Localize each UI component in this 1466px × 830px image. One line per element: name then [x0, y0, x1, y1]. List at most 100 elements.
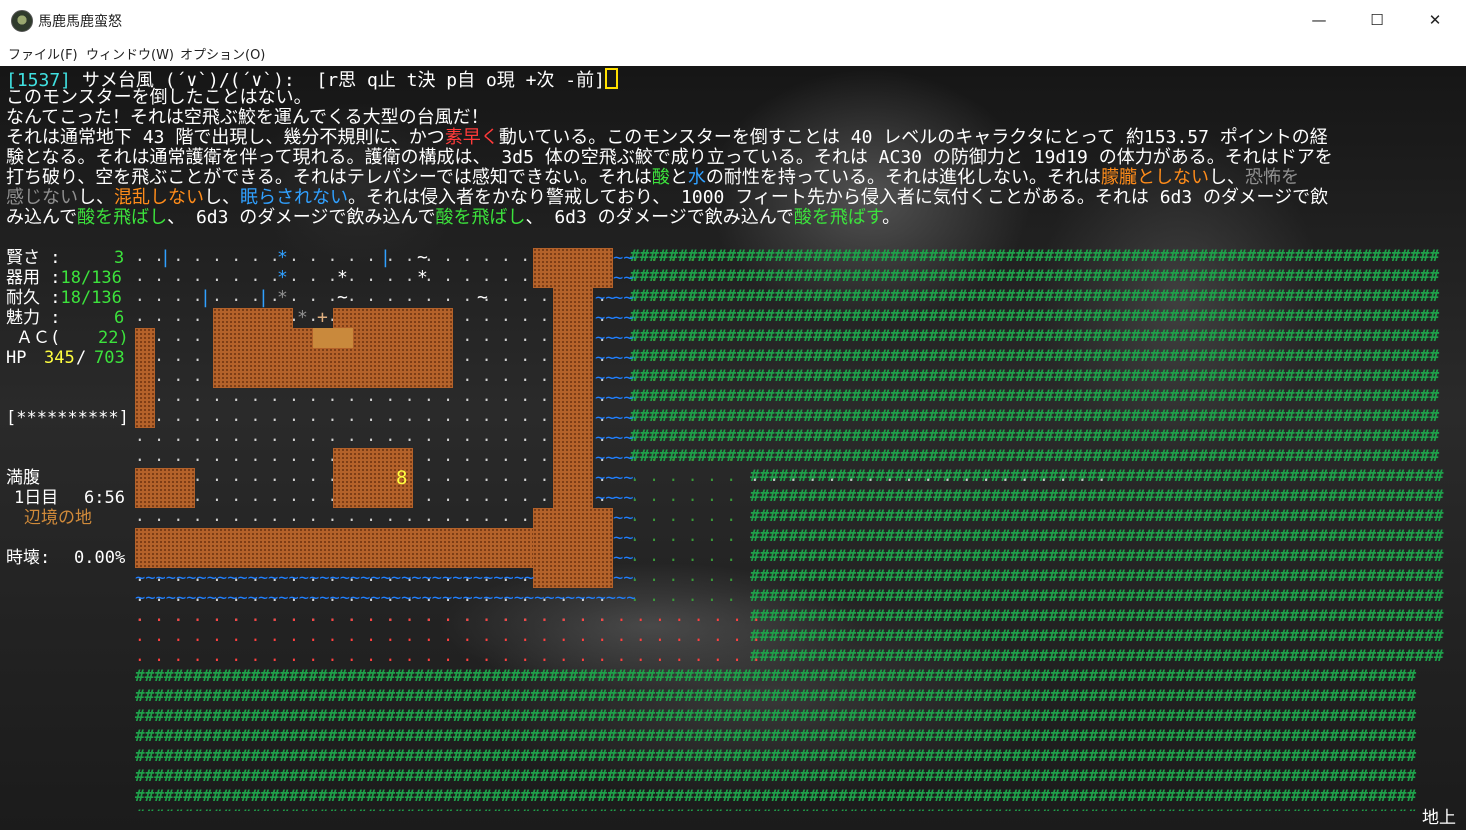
- time-decay-value: 0.00%: [74, 548, 126, 568]
- rubble-mark: *: [417, 267, 428, 288]
- player-character[interactable]: 8: [396, 468, 407, 488]
- recall-text: 動いている。このモンスターを倒すことは 40 レベルのキャラクタにとって 約15…: [498, 127, 1328, 148]
- rubble-mark: *: [277, 267, 288, 288]
- hp-separator: /: [76, 348, 87, 368]
- title-bar: 馬鹿馬鹿蛮怒 — ☐ ✕: [0, 0, 1466, 41]
- stat-label: 賢さ :: [6, 248, 61, 268]
- lava-dots: . . . . . . . . . . . . . . . . . . . . …: [135, 606, 762, 665]
- hill-mark: ~: [417, 247, 428, 268]
- stat-hp: HP 345/ 703: [6, 348, 125, 368]
- time-decay-label: 時壊:: [6, 548, 51, 568]
- time-decay: 時壊: 0.00%: [6, 548, 125, 568]
- stat-value: 3: [114, 248, 125, 268]
- water-row: ~~~~~~~~~~~~~~~~~~~~~~~~~~~~~~~~~~~~~~~~…: [135, 588, 635, 608]
- recall-line: 験となる。それは通常護衛を伴って現れる。護衛の構成は、 3d5 体の空飛ぶ鮫で成…: [6, 147, 1333, 168]
- recall-keyword-sleep: 眠らされない: [240, 187, 348, 208]
- app-icon: [11, 10, 33, 32]
- hp-current: 345: [44, 348, 75, 368]
- recall-text: 。: [882, 207, 901, 228]
- recall-text: 、 6d3 のダメージで飲み込んで: [525, 207, 794, 228]
- recall-keyword-water: 水: [687, 167, 706, 188]
- rubble-mark: *: [277, 287, 288, 308]
- tree-mark: |: [258, 287, 269, 308]
- minimize-button[interactable]: —: [1290, 0, 1348, 40]
- recall-keyword-fear: 恐怖を: [1244, 167, 1299, 188]
- tree-mark: |: [380, 247, 391, 268]
- door-icon: +: [317, 307, 328, 328]
- recall-text: し、: [204, 187, 240, 208]
- recall-text: 打ち破り、空を飛ぶことができる。それはテレパシーでは感知できない。それは: [6, 167, 652, 188]
- tree-mark: |: [160, 247, 171, 268]
- recall-text: と: [669, 167, 688, 188]
- water-row: ~~~~~~~~~~~~~~~~~~~~~~~~~~~~~~~~~~~~~~~~…: [135, 568, 535, 588]
- recall-line: 打ち破り、空を飛ぶことができる。それはテレパシーでは感知できない。それは酸と水の…: [6, 168, 1299, 188]
- recall-line: それは通常地下 43 階で出現し、幾分不規則に、かつ素早く動いている。このモンス…: [6, 128, 1328, 148]
- stat-label: HP: [6, 348, 27, 368]
- recall-line: 感じないし、混乱しないし、眠らされない。それは侵入者をかなり警戒しており、 10…: [6, 188, 1328, 208]
- stat-label: 耐久 :: [6, 288, 61, 308]
- game-time: 6:56: [84, 488, 125, 508]
- location-indicator: 地上: [1422, 808, 1456, 828]
- wall-block: [135, 328, 155, 428]
- recall-keyword-fear: 感じない: [6, 187, 78, 208]
- terrain-name: 辺境の地: [24, 508, 92, 528]
- close-button[interactable]: ✕: [1406, 0, 1464, 40]
- tree-mark: |: [200, 287, 211, 308]
- stat-label: 魅力 :: [6, 308, 61, 328]
- prompt-commands: [r思 q止 t決 p自 o現 +次 -前]: [305, 70, 605, 91]
- text-cursor: [604, 68, 618, 89]
- recall-text: それは通常地下 43 階で出現し、幾分不規則に、かつ: [6, 127, 445, 148]
- wall-block: [313, 328, 353, 348]
- recall-text: み込んで: [6, 207, 78, 228]
- stat-value: 22): [98, 328, 129, 348]
- hunger-status: 満腹: [6, 468, 40, 488]
- wall-block: [533, 248, 613, 288]
- stat-label: 器用 :: [6, 268, 61, 288]
- recall-keyword-fast: 素早く: [444, 127, 499, 148]
- recall-keyword-acid: 酸: [651, 167, 670, 188]
- maximize-button[interactable]: ☐: [1348, 0, 1406, 40]
- recall-text: 、 6d3 のダメージで飲み込んで: [167, 207, 436, 228]
- recall-keyword-confuse: 混乱しない: [114, 187, 204, 208]
- rubble-mark: *: [277, 247, 288, 268]
- hill-mark: ~: [337, 287, 348, 308]
- recall-line: このモンスターを倒したことはない。: [6, 87, 312, 108]
- recall-keyword-stun: 朦朧としない: [1100, 167, 1209, 188]
- menu-file[interactable]: ファイル(F): [8, 44, 78, 63]
- recall-text: し、: [78, 187, 114, 208]
- grass-area: . . . . . . . . . . . . . . . . . . . . …: [630, 246, 736, 605]
- rubble-mark: *: [337, 267, 348, 288]
- recall-line: み込んで酸を飛ばし、 6d3 のダメージで飲み込んで酸を飛ばし、 6d3 のダメ…: [6, 208, 900, 228]
- recall-text: の耐性を持っている。それは進化しない。それは: [705, 167, 1101, 188]
- window-title: 馬鹿馬鹿蛮怒: [38, 14, 122, 30]
- recall-keyword-acid: 酸を飛ばし: [77, 207, 168, 228]
- building: [135, 468, 195, 508]
- forest-area-middle: ########################################…: [750, 466, 1444, 665]
- stat-chr: 魅力 : 6: [6, 308, 124, 328]
- stat-label: ＡＣ(: [16, 328, 61, 348]
- recall-keyword-acid: 酸を飛ばす: [793, 207, 883, 228]
- water-column: ~~~ ~~~ ~~~ ~~~ ~~~ ~~~ ~~~ ~~~ ~~~ ~~~ …: [595, 288, 615, 508]
- menu-window[interactable]: ウィンドウ(W): [86, 44, 174, 63]
- wall-block: [213, 308, 293, 328]
- forest-area-upper: ########################################…: [630, 246, 1440, 465]
- health-bar: [**********]: [6, 408, 129, 428]
- recall-text: 。それは侵入者をかなり警戒しており、 1000 フィート先から侵入者に気付くこと…: [348, 187, 1329, 208]
- wall-block: [333, 308, 453, 328]
- menu-options[interactable]: オプション(O): [180, 44, 265, 63]
- game-day: 1日目 6:56: [14, 488, 125, 508]
- stat-int: 賢さ : 3: [6, 248, 124, 268]
- recall-line: なんてこった！それは空飛ぶ鮫を運んでくる大型の台風だ！: [6, 107, 489, 128]
- forest-area-lower: ########################################…: [135, 666, 1417, 811]
- day-label: 1日目: [14, 488, 59, 508]
- stat-value: 6: [114, 308, 125, 328]
- road-row: . . . . . . . . . . . . . . . . . . . . …: [750, 466, 1120, 485]
- stat-con: 耐久 :18/136: [6, 288, 122, 308]
- menu-bar: ファイル(F) ウィンドウ(W) オプション(O): [0, 40, 1466, 66]
- game-screen[interactable]: ########################################…: [0, 66, 1466, 830]
- recall-keyword-acid: 酸を飛ばし: [435, 207, 526, 228]
- stat-value: 18/136: [60, 268, 122, 288]
- hp-max: 703: [94, 348, 125, 368]
- stat-value: 18/136: [60, 288, 122, 308]
- stat-dex: 器用 :18/136: [6, 268, 122, 288]
